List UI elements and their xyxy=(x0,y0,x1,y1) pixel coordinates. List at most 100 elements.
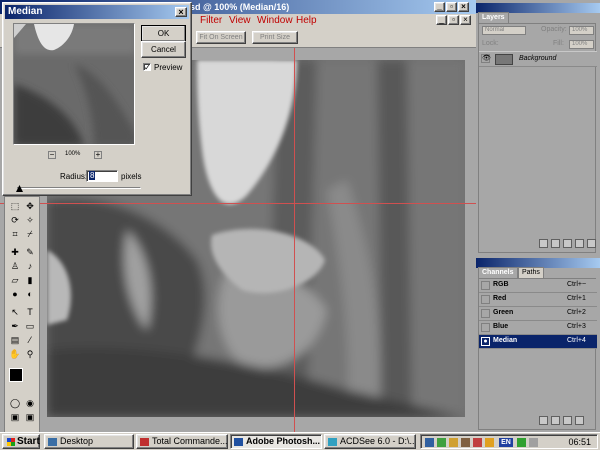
path-select-tool-icon[interactable]: ↖ xyxy=(8,306,22,319)
close-button[interactable]: × xyxy=(458,2,469,12)
trash-icon[interactable] xyxy=(575,416,584,425)
task-total-commander[interactable]: Total Comma​nde... xyxy=(136,434,228,449)
screen-mode-full-icon[interactable]: ▣ xyxy=(23,411,37,424)
tab-channels[interactable]: Channels xyxy=(478,267,518,278)
radius-input[interactable]: 8 xyxy=(86,170,118,182)
acdsee-icon xyxy=(328,438,337,446)
print-size-button[interactable]: Print Size xyxy=(252,31,298,44)
pen-tool-icon[interactable]: ✒ xyxy=(8,320,22,333)
notes-tool-icon[interactable]: ▤ xyxy=(8,334,22,347)
taskbar: Start Desktop Total Comma​nde... Adobe P… xyxy=(0,432,600,450)
ok-button[interactable]: OK xyxy=(141,25,186,42)
task-desktop[interactable]: Desktop xyxy=(44,434,134,449)
doc-restore-button[interactable]: ▫ xyxy=(448,15,459,25)
healing-brush-tool-icon[interactable]: ✚ xyxy=(8,246,22,259)
network-icon[interactable] xyxy=(437,438,446,447)
menu-help[interactable]: Help xyxy=(296,15,317,26)
history-brush-tool-icon[interactable]: ♪ xyxy=(23,260,37,273)
tab-layers[interactable]: Layers xyxy=(478,12,509,23)
gradient-tool-icon[interactable]: ▮ xyxy=(23,274,37,287)
move-tool-icon[interactable]: ✥ xyxy=(23,200,37,213)
eye-icon[interactable] xyxy=(481,295,490,304)
zoom-out-button[interactable]: − xyxy=(48,151,56,159)
speaker-volume-icon[interactable] xyxy=(529,438,538,447)
menu-view[interactable]: View xyxy=(229,15,251,26)
marquee-tool-icon[interactable]: ⬚ xyxy=(8,200,22,213)
clone-stamp-tool-icon[interactable]: ♙ xyxy=(8,260,22,273)
fit-on-screen-button[interactable]: Fit On Screen xyxy=(196,31,246,44)
task-photoshop[interactable]: Adobe Photosh... xyxy=(230,434,322,449)
zoom-tool-icon[interactable]: ⚲ xyxy=(23,348,37,361)
quick-mask-mode-icon[interactable]: ◉ xyxy=(23,397,37,410)
radius-unit: pixels xyxy=(121,172,142,181)
eyedropper-tool-icon[interactable]: ⁄ xyxy=(23,334,37,347)
brush-tool-icon[interactable]: ✎ xyxy=(23,246,37,259)
eraser-tool-icon[interactable]: ▱ xyxy=(8,274,22,287)
window-buttons: _ ▫ × xyxy=(434,2,469,12)
total-commander-icon xyxy=(140,438,149,446)
foreground-color-swatch[interactable] xyxy=(9,368,23,382)
channel-row-blue[interactable]: Blue Ctrl+3 xyxy=(479,321,597,335)
median-dialog: Median × OK Cancel ✓ Preview − 100% + Ra… xyxy=(2,2,192,196)
channel-row-green[interactable]: Green Ctrl+2 xyxy=(479,307,597,321)
layer-style-button-icon[interactable] xyxy=(539,239,548,248)
median-dialog-titlebar[interactable]: Median × xyxy=(5,5,189,19)
opacity-input[interactable]: 100% xyxy=(569,26,594,35)
magic-wand-tool-icon[interactable]: ✧ xyxy=(23,214,37,227)
monitor-icon[interactable] xyxy=(425,438,434,447)
cancel-button[interactable]: Cancel xyxy=(141,41,186,58)
globe-icon[interactable] xyxy=(517,438,526,447)
new-set-button-icon[interactable] xyxy=(563,239,572,248)
median-close-button[interactable]: × xyxy=(175,7,187,17)
preview-window[interactable] xyxy=(13,23,135,145)
eye-icon[interactable]: ● xyxy=(481,337,490,346)
radius-slider-track[interactable] xyxy=(17,187,141,189)
speaker-icon[interactable] xyxy=(461,438,470,447)
channel-row-rgb[interactable]: RGB Ctrl+~ xyxy=(479,279,597,293)
start-button[interactable]: Start xyxy=(2,434,40,449)
hand-tool-icon[interactable]: ✋ xyxy=(8,348,22,361)
folder-icon[interactable] xyxy=(449,438,458,447)
dodge-tool-icon[interactable]: ◐ xyxy=(23,288,37,301)
menu-window[interactable]: Window xyxy=(257,15,293,26)
new-channel-button-icon[interactable] xyxy=(563,416,572,425)
eye-icon[interactable] xyxy=(481,281,490,290)
standard-mode-icon[interactable]: ◯ xyxy=(8,397,22,410)
channel-row-median[interactable]: ● Median Ctrl+4 xyxy=(479,335,597,349)
trash-icon[interactable] xyxy=(587,239,596,248)
new-layer-button-icon[interactable] xyxy=(575,239,584,248)
channel-row-red[interactable]: Red Ctrl+1 xyxy=(479,293,597,307)
blend-mode-select[interactable]: Normal xyxy=(482,26,526,35)
antivirus-icon[interactable] xyxy=(485,438,494,447)
doc-close-button[interactable]: × xyxy=(460,15,471,25)
task-label: Desktop xyxy=(60,436,94,446)
zoom-in-button[interactable]: + xyxy=(94,151,102,159)
blur-tool-icon[interactable]: ● xyxy=(8,288,22,301)
layer-mask-button-icon[interactable] xyxy=(551,239,560,248)
doc-minimize-button[interactable]: _ xyxy=(436,15,447,25)
preview-checkbox[interactable]: ✓ xyxy=(143,63,151,72)
lasso-tool-icon[interactable]: ⟳ xyxy=(8,214,22,227)
task-acdsee[interactable]: ACDSee 6.0 - D:\... xyxy=(324,434,416,449)
minimize-button[interactable]: _ xyxy=(434,2,445,12)
eye-icon[interactable] xyxy=(481,323,490,332)
slice-tool-icon[interactable]: ⌿ xyxy=(23,228,37,241)
crop-tool-icon[interactable]: ⌗ xyxy=(8,228,22,241)
language-en-icon[interactable]: EN xyxy=(499,438,513,447)
tab-paths[interactable]: Paths xyxy=(518,267,544,278)
layers-palette-body: Normal Opacity: 100% Lock: Fill: 100% 👁 … xyxy=(478,23,597,253)
eye-icon[interactable]: 👁 xyxy=(481,54,491,63)
start-label: Start xyxy=(17,436,40,447)
menu-filter[interactable]: Filter xyxy=(200,15,222,26)
load-selection-button-icon[interactable] xyxy=(539,416,548,425)
type-tool-icon[interactable]: T xyxy=(23,306,37,319)
fill-input[interactable]: 100% xyxy=(569,40,594,49)
screen-mode-standard-icon[interactable]: ▣ xyxy=(8,411,22,424)
shape-tool-icon[interactable]: ▭ xyxy=(23,320,37,333)
fill-label: Fill: xyxy=(553,40,564,47)
layer-row[interactable]: 👁 Background xyxy=(479,51,597,67)
save-selection-button-icon[interactable] xyxy=(551,416,560,425)
eye-icon[interactable] xyxy=(481,309,490,318)
shield-icon[interactable] xyxy=(473,438,482,447)
restore-button[interactable]: ▫ xyxy=(446,2,457,12)
